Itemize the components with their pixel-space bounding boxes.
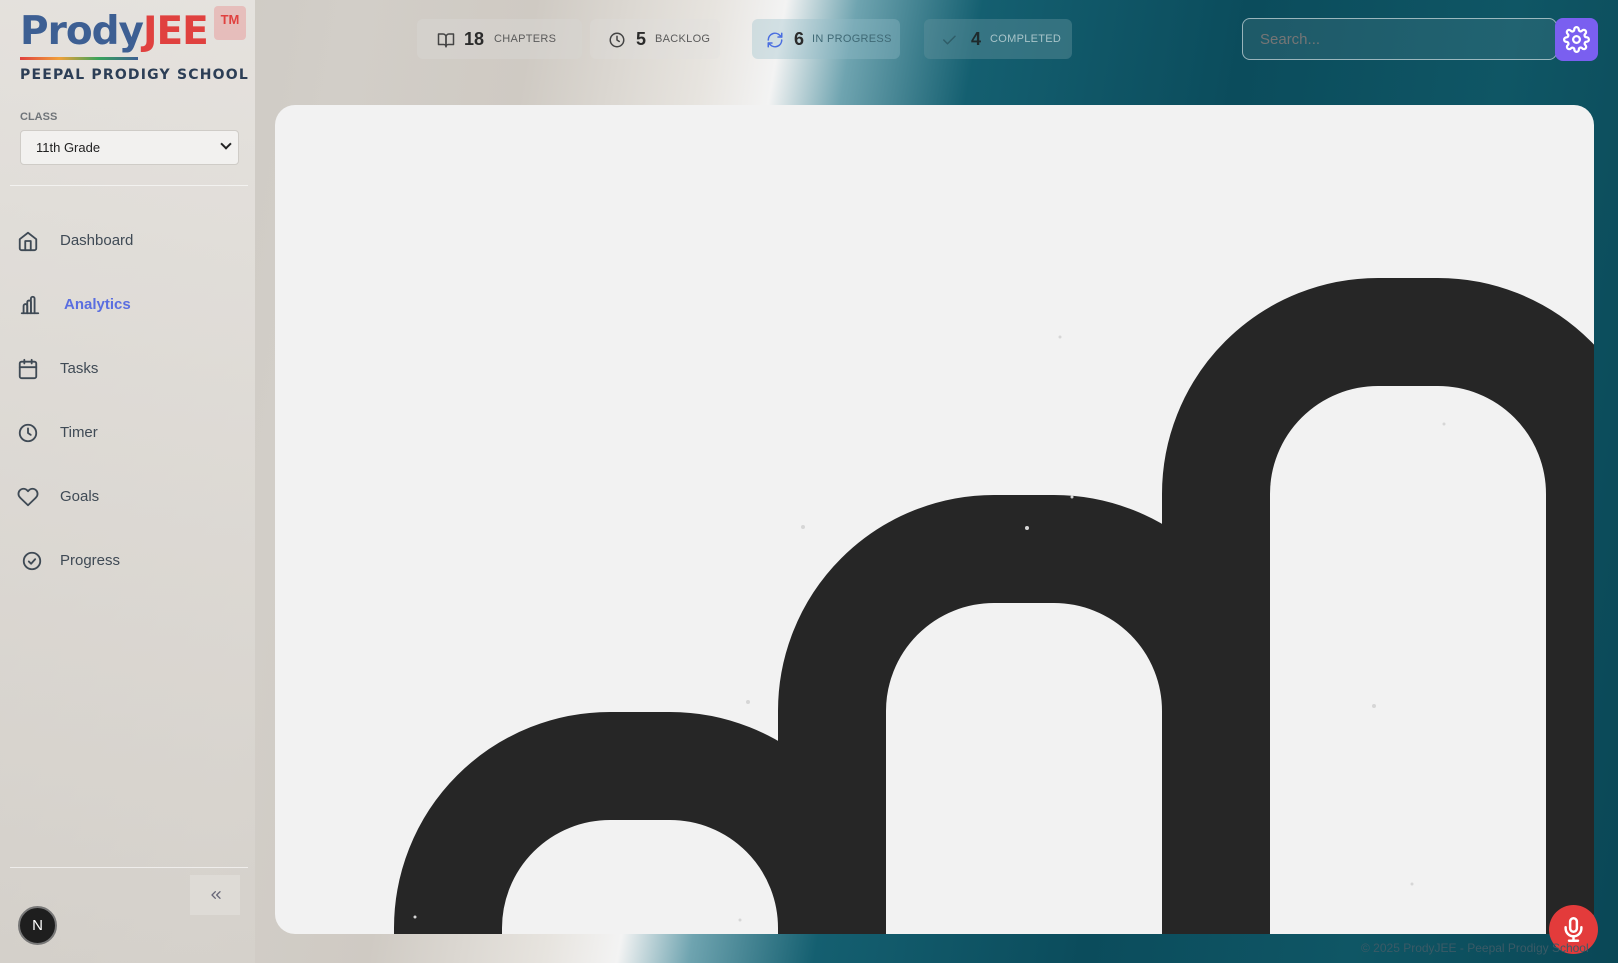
stat-value: 18	[464, 29, 485, 49]
nav-label-timer: Timer	[60, 424, 98, 441]
gear-icon	[1563, 26, 1590, 53]
check-circle-icon	[22, 551, 42, 571]
microphone-icon	[1564, 917, 1583, 942]
divider	[10, 867, 248, 868]
stat-backlog[interactable]: 5 BACKLOG	[590, 19, 720, 59]
nav-item-dashboard[interactable]: Dashboard	[0, 219, 255, 263]
nav-label-tasks: Tasks	[60, 360, 99, 377]
class-select[interactable]: 11th Grade	[20, 130, 239, 165]
stat-chapters[interactable]: 18 CHAPTERS	[417, 19, 582, 59]
nav-item-goals[interactable]: Goals	[0, 475, 255, 519]
nav-item-analytics[interactable]: Analytics	[0, 283, 255, 327]
brand-name-part1: Prody	[20, 9, 144, 54]
stat-completed[interactable]: 4 COMPLETED	[924, 19, 1072, 59]
footer-text: © 2025 ProdyJEE - Peepal Prodigy School	[1361, 941, 1589, 955]
logo-underline	[20, 57, 138, 60]
brand-name-part2: JEE	[142, 9, 209, 54]
stat-in-progress[interactable]: 6 IN PROGRESS	[752, 19, 900, 59]
nav-label-progress: Progress	[60, 552, 121, 569]
stat-label: BACKLOG	[655, 33, 711, 45]
clock-icon	[609, 32, 625, 48]
search-input[interactable]	[1242, 18, 1557, 60]
collapse-sidebar-button[interactable]	[190, 875, 240, 915]
main-content-panel	[275, 105, 1594, 934]
nav-label-analytics: Analytics	[64, 296, 131, 313]
settings-button[interactable]	[1555, 18, 1598, 61]
stat-label: COMPLETED	[990, 33, 1062, 45]
clock-icon	[18, 423, 38, 443]
nav-item-timer[interactable]: Timer	[0, 411, 255, 455]
book-icon	[437, 33, 455, 48]
analytics-loading-icon	[394, 278, 1594, 934]
trademark-badge: TM	[214, 6, 246, 40]
heart-icon	[17, 487, 39, 507]
calendar-icon	[18, 358, 38, 380]
sidebar: ProdyJEE TM PEEPAL PRODIGY SCHOOL CLASS …	[0, 0, 255, 963]
nav-label-dashboard: Dashboard	[60, 232, 134, 249]
nav-item-tasks[interactable]: Tasks	[0, 347, 255, 391]
nav-item-progress[interactable]: Progress	[0, 539, 255, 583]
class-select-value: 11th Grade	[36, 140, 101, 155]
stat-label: CHAPTERS	[494, 33, 557, 45]
refresh-icon	[767, 32, 783, 48]
avatar[interactable]: N	[18, 906, 57, 945]
stat-value: 4	[971, 29, 982, 49]
home-icon	[18, 231, 38, 252]
brand-logo[interactable]: ProdyJEE	[20, 8, 209, 56]
chevrons-left-icon	[211, 891, 221, 899]
divider	[10, 185, 248, 186]
nav-label-goals: Goals	[60, 488, 100, 505]
school-name: PEEPAL PRODIGY SCHOOL	[20, 67, 249, 83]
stat-value: 5	[636, 29, 647, 49]
chevron-down-icon	[220, 138, 232, 150]
stat-value: 6	[794, 29, 805, 49]
bar-chart-icon	[20, 295, 40, 315]
check-icon	[943, 35, 956, 45]
class-label: CLASS	[20, 111, 58, 123]
stat-label: IN PROGRESS	[812, 33, 892, 45]
